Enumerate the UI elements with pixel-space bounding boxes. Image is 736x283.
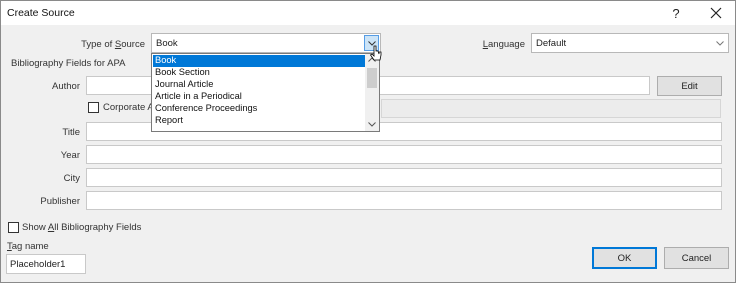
ok-button[interactable]: OK bbox=[592, 247, 657, 269]
year-field[interactable] bbox=[86, 145, 722, 164]
list-scrollbar[interactable] bbox=[365, 54, 379, 131]
help-button[interactable]: ? bbox=[661, 1, 691, 25]
chevron-down-icon bbox=[715, 40, 724, 46]
create-source-dialog: Create Source ? Type of Source Book Lang… bbox=[0, 0, 736, 283]
section-title: Bibliography Fields for APA bbox=[11, 58, 126, 69]
city-field[interactable] bbox=[86, 168, 722, 187]
corporate-author-field bbox=[381, 99, 721, 118]
list-item-book-section[interactable]: Book Section bbox=[153, 67, 365, 79]
edit-button[interactable]: Edit bbox=[657, 76, 722, 96]
type-of-source-combo[interactable]: Book bbox=[151, 33, 381, 53]
close-icon bbox=[710, 7, 722, 19]
tag-name-field[interactable]: Placeholder1 bbox=[6, 254, 86, 274]
show-all-fields-label: Show All Bibliography Fields bbox=[22, 222, 142, 233]
title-bar: Create Source ? bbox=[1, 1, 735, 25]
list-item-journal-article[interactable]: Journal Article bbox=[153, 79, 365, 91]
language-dropdown-button[interactable] bbox=[712, 35, 727, 51]
author-label: Author bbox=[52, 81, 80, 92]
dialog-title: Create Source bbox=[7, 7, 75, 19]
help-icon: ? bbox=[672, 5, 680, 21]
list-item-conference-proceedings[interactable]: Conference Proceedings bbox=[153, 103, 365, 115]
mouse-cursor-icon bbox=[369, 45, 382, 61]
close-button[interactable] bbox=[701, 1, 731, 25]
publisher-field[interactable] bbox=[86, 191, 722, 210]
title-label: Title bbox=[62, 127, 80, 138]
tag-name-value: Placeholder1 bbox=[10, 259, 66, 270]
year-label: Year bbox=[60, 150, 80, 161]
list-item-book[interactable]: Book bbox=[153, 55, 365, 67]
list-item-article-in-periodical[interactable]: Article in a Periodical bbox=[153, 91, 365, 103]
list-item-report[interactable]: Report bbox=[153, 115, 365, 127]
language-label: Language bbox=[482, 39, 525, 50]
scroll-down-icon[interactable] bbox=[368, 122, 376, 127]
city-label: City bbox=[63, 173, 80, 184]
type-of-source-value: Book bbox=[156, 38, 178, 49]
cancel-button[interactable]: Cancel bbox=[664, 247, 729, 269]
publisher-label: Publisher bbox=[40, 196, 80, 207]
scrollbar-thumb[interactable] bbox=[367, 68, 377, 88]
type-of-source-list[interactable]: Book Book Section Journal Article Articl… bbox=[151, 53, 380, 132]
show-all-fields-checkbox[interactable] bbox=[8, 222, 19, 233]
language-combo[interactable]: Default bbox=[531, 33, 729, 53]
corporate-author-checkbox[interactable] bbox=[88, 102, 99, 113]
type-of-source-label: Type of Source bbox=[81, 39, 145, 50]
language-value: Default bbox=[536, 38, 567, 49]
tag-name-label: Tag name bbox=[7, 241, 49, 252]
